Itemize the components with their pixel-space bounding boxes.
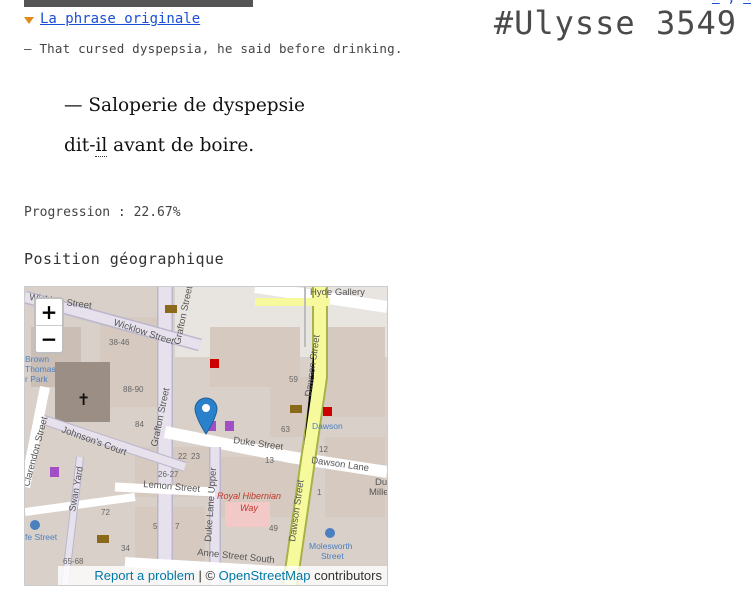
poi-label: Thomas bbox=[25, 364, 56, 374]
house-number: 63 bbox=[281, 425, 290, 434]
atm-icon bbox=[290, 405, 302, 413]
zoom-control: + − bbox=[34, 297, 64, 354]
next-link[interactable]: → bbox=[743, 0, 751, 6]
pharmacy-icon bbox=[323, 407, 332, 416]
translation-text: dit- bbox=[64, 135, 96, 156]
house-number: 12 bbox=[319, 445, 328, 454]
zoom-out-button[interactable]: − bbox=[36, 326, 62, 352]
translation-text: avant de boire. bbox=[107, 135, 255, 156]
poi-label: fe Street bbox=[25, 532, 58, 542]
poi-label: Street bbox=[321, 551, 344, 561]
attribution-separator: | © bbox=[194, 568, 219, 583]
map-attribution: Report a problem | © OpenStreetMap contr… bbox=[58, 566, 387, 585]
map-tiles[interactable]: ✝ Wicklow Street Wicklow Street Grafton … bbox=[25, 287, 387, 585]
poi-label: Millenn bbox=[369, 487, 387, 498]
house-number: 59 bbox=[289, 375, 298, 384]
house-number: 34 bbox=[121, 544, 130, 553]
house-number: 5 bbox=[153, 522, 158, 531]
house-number: 26-27 bbox=[158, 470, 179, 479]
house-number: 88-90 bbox=[123, 385, 144, 394]
poi-label: Molesworth bbox=[309, 541, 353, 551]
original-sentence-toggle[interactable]: La phrase originale bbox=[24, 11, 200, 27]
house-number: 23 bbox=[191, 452, 200, 461]
original-sentence: — That cursed dyspepsia, he said before … bbox=[24, 41, 403, 56]
shop-icon bbox=[50, 467, 59, 477]
zoom-in-button[interactable]: + bbox=[36, 299, 62, 326]
geo-heading: Position géographique bbox=[24, 250, 225, 268]
translation-line-2: dit-il avant de boire. bbox=[64, 135, 305, 175]
church-icon: ✝ bbox=[77, 390, 90, 409]
top-bar bbox=[24, 0, 253, 7]
disclosure-triangle-icon[interactable] bbox=[24, 17, 34, 24]
house-number: 13 bbox=[265, 456, 274, 465]
translation-line-1: — Saloperie de dyspepsie bbox=[64, 95, 305, 116]
bicycle-icon bbox=[325, 528, 335, 538]
translation: — Saloperie de dyspepsie dit-il avant de… bbox=[64, 95, 305, 175]
original-sentence-link[interactable]: La phrase originale bbox=[40, 11, 200, 27]
house-number: 49 bbox=[269, 524, 278, 533]
page-title: #Ulysse 3549 bbox=[493, 4, 737, 42]
house-number: 65-68 bbox=[63, 557, 84, 566]
poi-label: r Park bbox=[25, 374, 48, 384]
bicycle-icon bbox=[30, 520, 40, 530]
report-problem-link[interactable]: Report a problem bbox=[94, 568, 194, 583]
house-number: 22 bbox=[178, 452, 187, 461]
house-number: 1 bbox=[317, 488, 322, 497]
poi-label: Dawson bbox=[312, 421, 343, 431]
shop-icon bbox=[225, 421, 234, 431]
house-number: 7 bbox=[175, 522, 180, 531]
house-number: 72 bbox=[101, 508, 110, 517]
house-number: 84 bbox=[135, 420, 144, 429]
street-label: Way bbox=[240, 503, 258, 513]
atm-icon bbox=[97, 535, 109, 543]
annotated-word[interactable]: il bbox=[95, 135, 108, 157]
progress-text: Progression : 22.67% bbox=[24, 205, 181, 220]
house-number: 38-46 bbox=[109, 338, 130, 347]
atm-icon bbox=[165, 305, 177, 313]
map[interactable]: ✝ Wicklow Street Wicklow Street Grafton … bbox=[24, 286, 388, 586]
street-label: Royal Hibernian bbox=[217, 491, 281, 501]
street-label: Hyde Gallery bbox=[310, 287, 365, 298]
openstreetmap-link[interactable]: OpenStreetMap bbox=[219, 568, 311, 583]
attribution-contributors: contributors bbox=[310, 568, 382, 583]
pharmacy-icon bbox=[210, 359, 219, 368]
poi-label: Brown bbox=[25, 354, 49, 364]
